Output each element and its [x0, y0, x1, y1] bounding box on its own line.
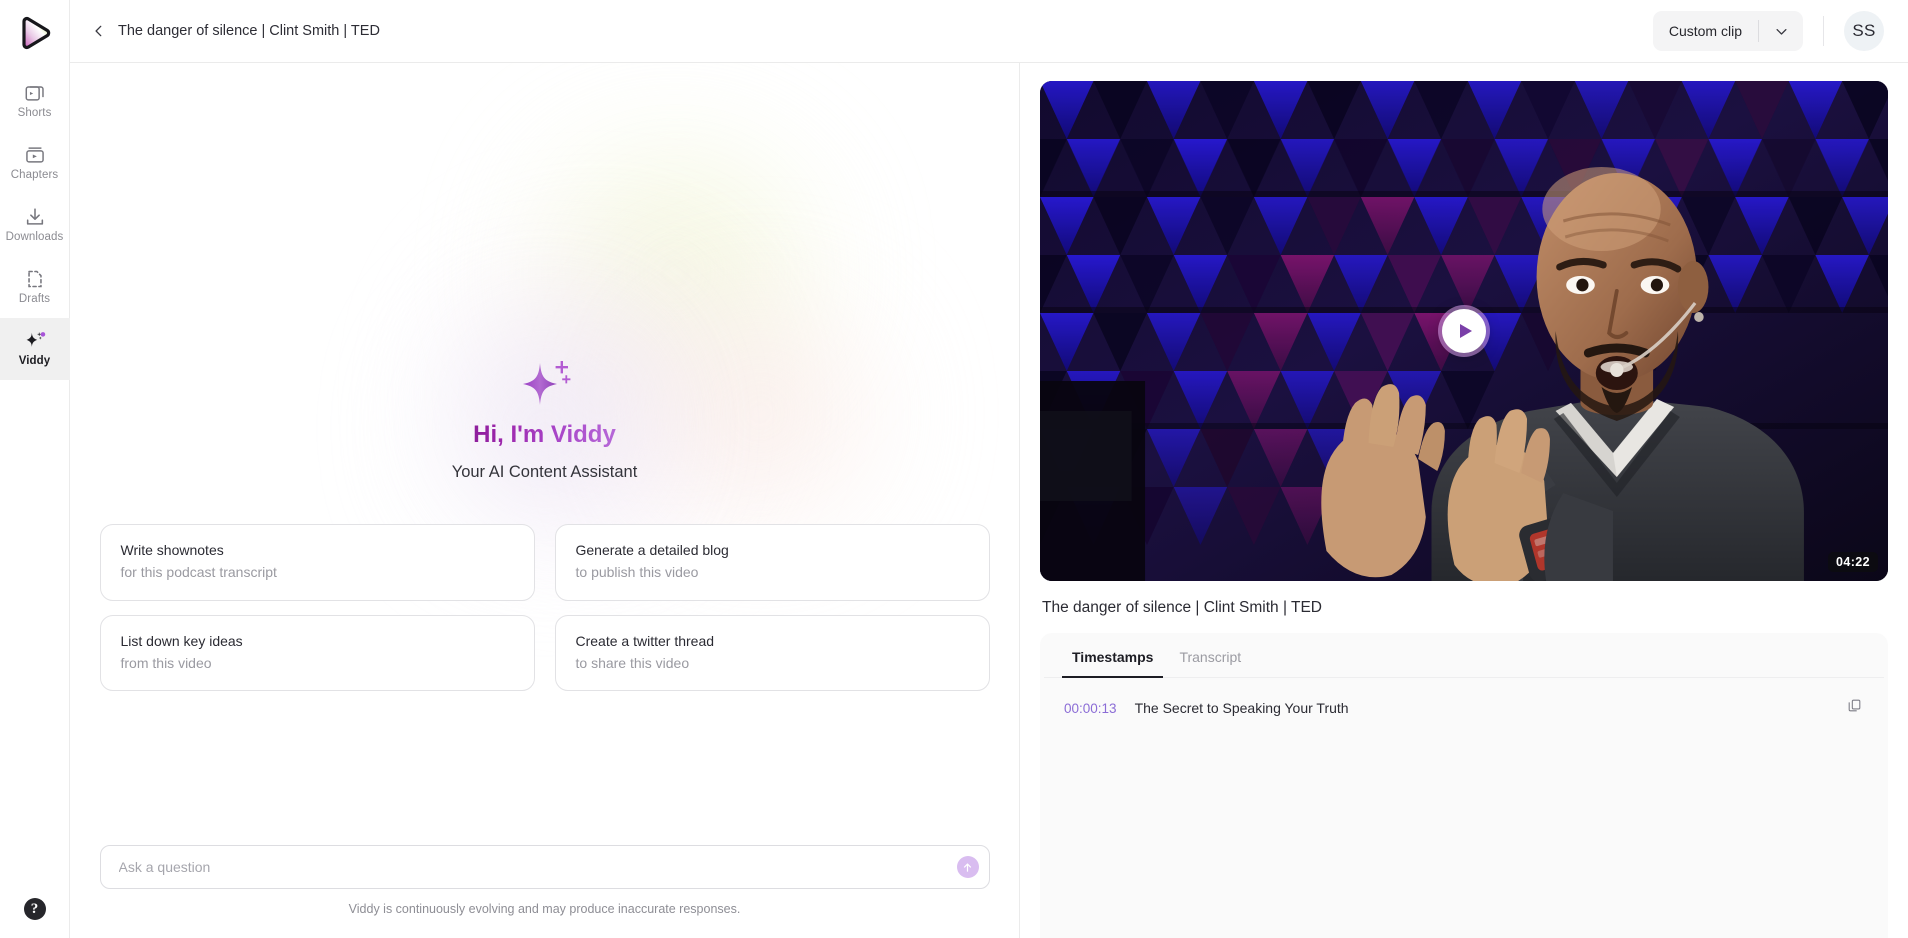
custom-clip-label: Custom clip: [1668, 23, 1742, 39]
sidebar-item-drafts[interactable]: Drafts: [0, 256, 70, 318]
chevron-left-icon: [95, 25, 102, 37]
timestamps-list: 00:00:13 The Secret to Speaking Your Tru…: [1044, 678, 1884, 730]
custom-clip-dropdown[interactable]: Custom clip: [1652, 11, 1803, 51]
timestamp-title: The Secret to Speaking Your Truth: [1134, 700, 1349, 716]
send-button[interactable]: [956, 856, 979, 878]
arrow-up-icon: [963, 862, 972, 872]
suggestion-subtitle: for this podcast transcript: [120, 564, 277, 581]
downloads-icon: [26, 208, 43, 225]
tab-transcript[interactable]: Transcript: [1169, 633, 1251, 677]
play-button[interactable]: [1442, 309, 1486, 353]
sidebar-item-label: Viddy: [18, 355, 51, 368]
app-root: Shorts Chapters Downloads Drafts Viddy ?…: [0, 0, 1908, 938]
suggestion-title: List down key ideas: [120, 632, 243, 649]
shorts-icon: [25, 86, 44, 101]
suggestion-title: Generate a detailed blog: [575, 542, 729, 558]
viddy-assistant-pane: Hi, I'm Viddy Your AI Content Assistant …: [70, 63, 1020, 938]
drafts-icon: [27, 270, 42, 288]
sidebar-item-label: Downloads: [5, 231, 64, 244]
composer-area: Viddy is continuously evolving and may p…: [70, 845, 1019, 916]
custom-clip-caret-button[interactable]: [1759, 11, 1803, 51]
video-player[interactable]: 04:22: [1040, 81, 1888, 581]
copy-glyph: [1848, 699, 1861, 712]
tab-timestamps[interactable]: Timestamps: [1062, 633, 1164, 678]
play-icon: [1459, 324, 1472, 338]
sidebar-item-shorts[interactable]: Shorts: [0, 70, 70, 132]
back-button[interactable]: [88, 20, 110, 42]
app-logo[interactable]: [13, 12, 57, 56]
top-header: The danger of silence | Clint Smith | TE…: [70, 0, 1908, 63]
suggestion-card-shownotes[interactable]: Write shownotes for this podcast transcr…: [99, 524, 535, 601]
table-row[interactable]: 00:00:13 The Secret to Speaking Your Tru…: [1052, 686, 1876, 730]
video-title: The danger of silence | Clint Smith | TE…: [1042, 599, 1322, 616]
suggestion-subtitle: from this video: [120, 654, 212, 671]
primary-sidebar: Shorts Chapters Downloads Drafts Viddy ?: [0, 0, 70, 938]
sidebar-item-label: Drafts: [18, 293, 51, 306]
assistant-disclaimer: Viddy is continuously evolving and may p…: [348, 902, 741, 916]
sparkle-icon: [522, 361, 570, 405]
sidebar-item-label: Shorts: [17, 107, 52, 120]
suggestion-card-key-ideas[interactable]: List down key ideas from this video: [99, 614, 535, 692]
suggestion-title: Write shownotes: [120, 542, 224, 558]
page-title: The danger of silence | Clint Smith | TE…: [118, 23, 380, 39]
chevron-down-icon: [1776, 28, 1786, 35]
app-logo-icon: [21, 16, 50, 50]
sidebar-item-label: Chapters: [10, 169, 59, 182]
sparkle-icon: [26, 332, 45, 348]
help-button[interactable]: ?: [23, 898, 46, 920]
assistant-greeting: Hi, I'm Viddy: [473, 421, 616, 448]
content-split: Hi, I'm Viddy Your AI Content Assistant …: [70, 63, 1908, 938]
copy-icon[interactable]: [1847, 698, 1862, 718]
main-area: The danger of silence | Clint Smith | TE…: [70, 0, 1908, 938]
header-divider: [1823, 16, 1824, 46]
suggestion-title: Create a twitter thread: [575, 632, 715, 649]
video-duration-badge: 04:22: [1828, 552, 1878, 572]
sidebar-item-viddy[interactable]: Viddy: [0, 318, 70, 380]
sidebar-item-downloads[interactable]: Downloads: [0, 194, 70, 256]
assistant-hero: Hi, I'm Viddy Your AI Content Assistant: [70, 355, 1019, 482]
video-details-panel: Timestamps Transcript 00:00:13 The Secre…: [1040, 633, 1888, 938]
suggestion-card-twitter-thread[interactable]: Create a twitter thread to share this vi…: [554, 614, 990, 692]
timestamp-time[interactable]: 00:00:13: [1064, 701, 1117, 716]
suggestion-card-blog[interactable]: Generate a detailed blog to publish this…: [554, 524, 990, 601]
suggestion-subtitle: to publish this video: [575, 564, 699, 581]
video-pane: 04:22 The danger of silence | Clint Smit…: [1020, 63, 1908, 938]
assistant-subtitle: Your AI Content Assistant: [451, 463, 638, 481]
question-input[interactable]: [118, 859, 957, 875]
chapters-icon: [25, 147, 44, 163]
details-tabs: Timestamps Transcript: [1044, 633, 1884, 678]
suggestion-grid: Write shownotes for this podcast transcr…: [99, 524, 990, 692]
sidebar-item-chapters[interactable]: Chapters: [0, 132, 70, 194]
avatar[interactable]: SS: [1844, 11, 1884, 51]
suggestion-subtitle: to share this video: [575, 654, 690, 671]
composer[interactable]: [99, 845, 990, 889]
